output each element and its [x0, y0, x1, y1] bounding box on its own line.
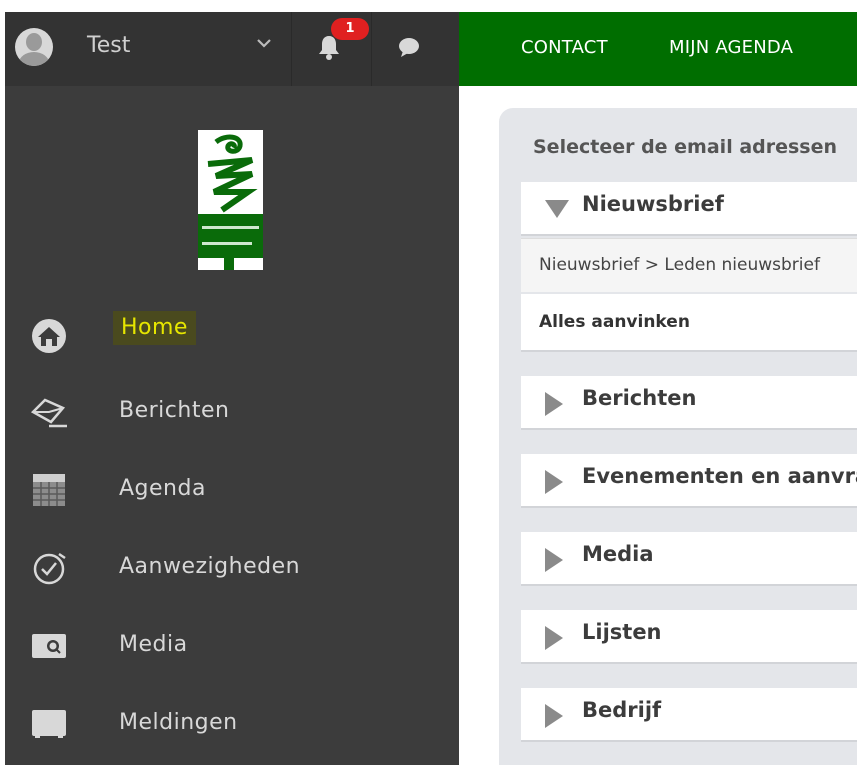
divider [291, 12, 292, 86]
check-all-row[interactable]: Alles aanvinken [521, 294, 857, 352]
top-navigation: CONTACT MIJN AGENDA [459, 12, 857, 86]
triangle-down-icon [545, 200, 569, 218]
sidebar-item-agenda[interactable]: Agenda [5, 462, 459, 522]
section-evenementen[interactable]: Evenementen en aanvragen [521, 454, 857, 508]
section-media[interactable]: Media [521, 532, 857, 586]
sidebar-item-label: Berichten [119, 398, 230, 423]
breadcrumb-text: Nieuwsbrief > Leden nieuwsbrief [539, 255, 820, 275]
main-content: Selecteer de email adressen Nieuwsbrief … [459, 86, 857, 765]
section-label: Lijsten [582, 620, 662, 644]
breadcrumb: Nieuwsbrief > Leden nieuwsbrief [521, 238, 857, 292]
section-berichten[interactable]: Berichten [521, 376, 857, 430]
check-all-link[interactable]: Alles aanvinken [539, 312, 690, 332]
triangle-right-icon [545, 704, 563, 728]
club-logo [198, 130, 263, 270]
chevron-down-icon[interactable] [257, 38, 271, 48]
user-bar: Test 1 [5, 12, 459, 86]
nav-contact[interactable]: CONTACT [521, 37, 608, 58]
page-title: Selecteer de email adressen [533, 136, 838, 158]
sidebar: Test 1 Home Berichten Agenda Aanwezighed… [5, 12, 459, 765]
sidebar-item-label: Media [119, 632, 188, 657]
sidebar-item-label: Meldingen [119, 710, 238, 735]
home-icon [32, 319, 66, 353]
sidebar-item-home[interactable]: Home [5, 308, 459, 368]
divider [371, 12, 372, 86]
triangle-right-icon [545, 392, 563, 416]
triangle-right-icon [545, 548, 563, 572]
sidebar-item-label: Aanwezigheden [119, 554, 301, 579]
section-label: Bedrijf [582, 698, 662, 722]
section-label: Berichten [582, 386, 697, 410]
sidebar-item-label: Agenda [119, 476, 206, 501]
section-lijsten[interactable]: Lijsten [521, 610, 857, 664]
clock-check-icon [33, 552, 66, 585]
sidebar-item-meldingen[interactable]: Meldingen [5, 696, 459, 756]
mail-icon [30, 398, 67, 428]
section-label: Nieuwsbrief [582, 192, 724, 216]
sidebar-item-label: Home [113, 311, 196, 345]
user-name[interactable]: Test [87, 33, 130, 58]
sidebar-item-aanwezigheden[interactable]: Aanwezigheden [5, 540, 459, 600]
section-nieuwsbrief[interactable]: Nieuwsbrief [521, 182, 857, 236]
section-label: Media [582, 542, 654, 566]
chat-icon[interactable] [397, 36, 421, 58]
sidebar-item-media[interactable]: Media [5, 618, 459, 678]
sidebar-item-berichten[interactable]: Berichten [5, 384, 459, 444]
triangle-right-icon [545, 470, 563, 494]
section-label: Evenementen en aanvragen [582, 464, 857, 488]
nav-mijn-agenda[interactable]: MIJN AGENDA [669, 37, 793, 58]
triangle-right-icon [545, 626, 563, 650]
notification-icon [32, 710, 66, 738]
camera-icon [32, 634, 66, 658]
notification-badge: 1 [331, 18, 369, 40]
section-bedrijf[interactable]: Bedrijf [521, 688, 857, 742]
avatar[interactable] [15, 28, 53, 66]
calendar-icon [33, 474, 65, 506]
